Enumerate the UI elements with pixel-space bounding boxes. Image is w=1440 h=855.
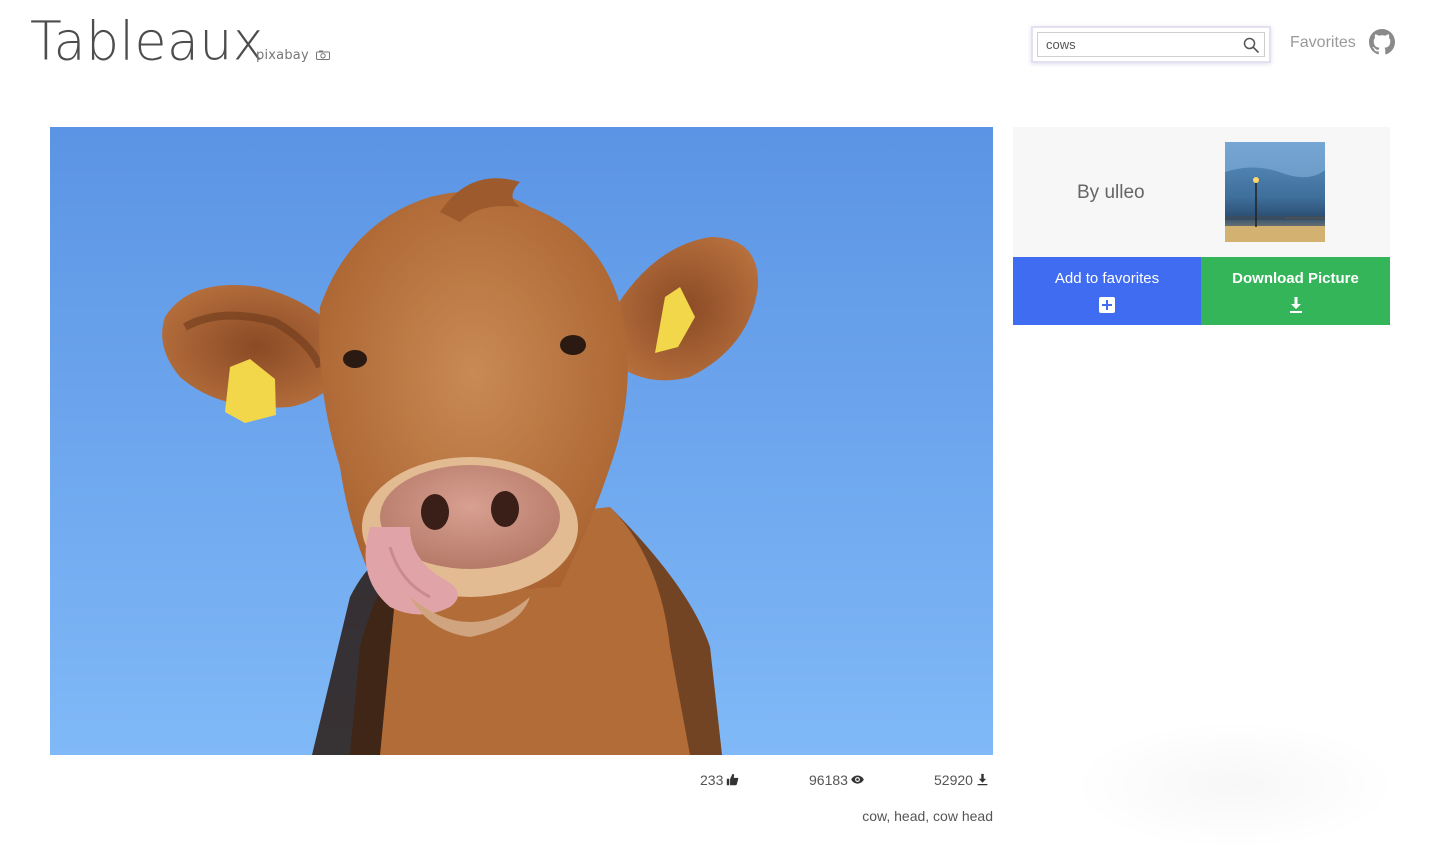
download-picture-button[interactable]: Download Picture: [1201, 257, 1390, 325]
thumbs-up-icon: [727, 773, 739, 786]
photo-tags: cow, head, cow head: [862, 808, 993, 824]
decorative-shadow: [1070, 720, 1400, 850]
main-photo[interactable]: [50, 127, 993, 755]
likes-count: 233: [700, 772, 739, 792]
pixabay-brand: pixabay: [256, 48, 331, 63]
search-input[interactable]: [1037, 32, 1265, 57]
github-icon[interactable]: [1369, 29, 1395, 55]
views-count: 96183: [809, 772, 864, 792]
likes-value: 233: [700, 772, 724, 788]
eye-icon: [851, 775, 864, 784]
search-icon[interactable]: [1243, 37, 1259, 53]
author-avatar[interactable]: [1225, 142, 1325, 242]
cow-image: [50, 127, 993, 755]
brand-label: pixabay: [256, 48, 309, 63]
search-box: [1031, 26, 1271, 63]
download-icon: [977, 773, 988, 786]
views-value: 96183: [809, 772, 848, 788]
app-logo[interactable]: Tableaux: [30, 11, 264, 72]
author-name[interactable]: By ulleo: [1077, 182, 1145, 204]
camera-icon: [316, 50, 331, 60]
download-picture-label: Download Picture: [1232, 270, 1359, 287]
header: Tableaux pixabay Favorites: [0, 0, 1440, 90]
add-to-favorites-label: Add to favorites: [1054, 270, 1160, 287]
plus-square-icon: [1099, 297, 1115, 313]
download-arrow-icon: [1289, 297, 1302, 313]
add-to-favorites-button[interactable]: Add to favorites: [1013, 257, 1201, 325]
author-card: By ulleo: [1013, 127, 1390, 257]
favorites-link[interactable]: Favorites: [1290, 34, 1356, 52]
downloads-count: 52920: [934, 772, 989, 792]
downloads-value: 52920: [934, 772, 973, 788]
